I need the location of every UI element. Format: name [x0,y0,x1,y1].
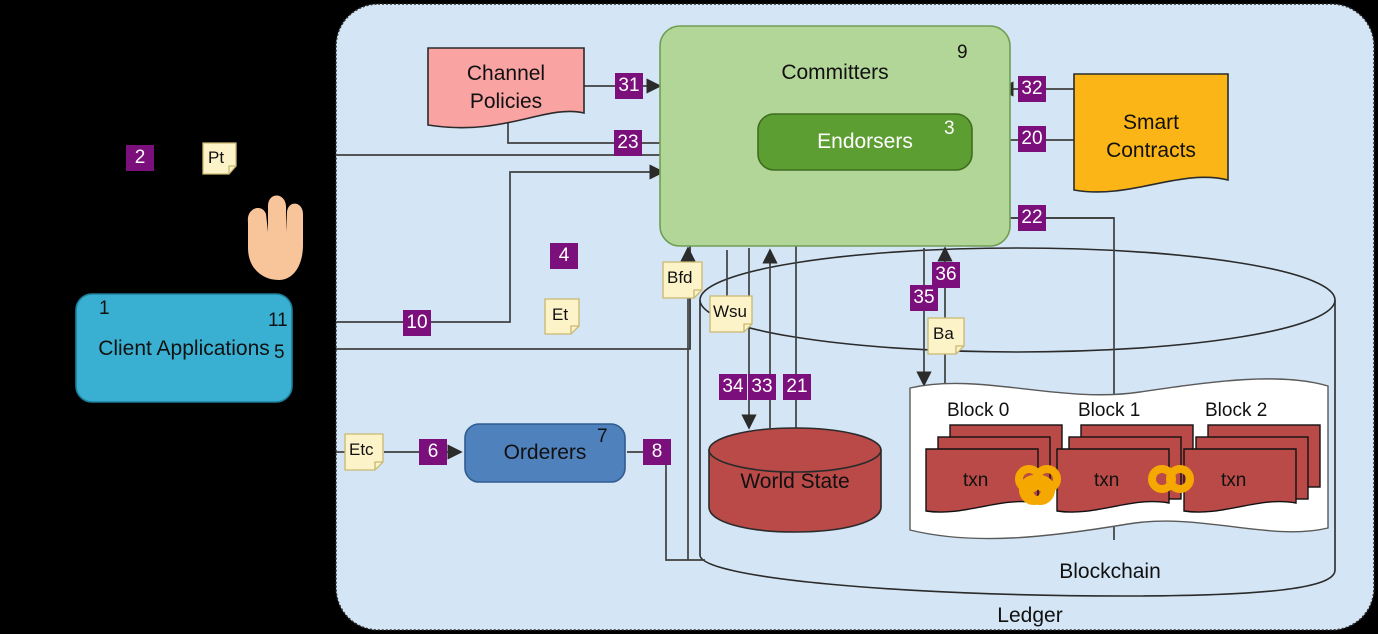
chain-link-0-1 [1015,465,1061,505]
step-badge-4[interactable]: 4 [550,243,578,269]
sticky-note-bfd-text: Bfd [667,268,693,287]
sticky-note-et-text: Et [552,305,569,324]
step-badge-35[interactable]: 35 [910,285,938,311]
endorsers-num: 3 [944,118,955,139]
block-0-label: Block 0 [947,400,1010,421]
smart-contracts-label-1: Smart [1122,111,1179,134]
step-badge-2[interactable]: 2 [126,145,154,171]
orderers-num: 7 [597,426,608,447]
step-badge-8[interactable]: 8 [643,439,671,465]
block-2-label: Block 2 [1205,400,1268,421]
step-badge-10[interactable]: 10 [403,310,431,336]
step-badge-22[interactable]: 22 [1018,205,1046,231]
ledger-label: Ledger [997,604,1063,627]
step-badge-33[interactable]: 33 [748,374,776,400]
step-badge-23[interactable]: 23 [614,130,642,156]
block-2-stack [1183,424,1321,513]
committers-num: 9 [957,42,968,63]
channel-policies-label-2: Policies [469,90,543,113]
step-badge-34[interactable]: 34 [719,374,747,400]
client-applications-label: Client Applications [98,337,270,360]
step-badge-20[interactable]: 20 [1018,126,1046,152]
step-badge-36[interactable]: 36 [932,262,960,288]
channel-policies-label-1: Channel [466,62,546,85]
step-badge-32[interactable]: 32 [1018,76,1046,102]
client-applications-num-5: 5 [274,342,285,363]
client-applications-num-1: 1 [99,298,110,319]
pointing-hand-cursor [247,195,303,280]
step-badge-6[interactable]: 6 [419,439,447,465]
diagram-svg [75,3,1375,631]
client-applications-num-11: 11 [268,310,288,331]
sticky-note-pt-text: Pt [208,148,225,167]
diagram-canvas: Client Applications 1 11 5 Channel Polic… [0,0,1378,634]
sticky-note-wsu-text: Wsu [713,302,747,321]
block-1-txn-label: txn [1094,470,1120,491]
step-badge-21[interactable]: 21 [783,374,811,400]
block-1-label: Block 1 [1078,400,1141,421]
world-state-label: World State [740,470,850,493]
step-badge-31[interactable]: 31 [615,73,643,99]
smart-contracts-label-2: Contracts [1106,139,1196,162]
sticky-note-ba-text: Ba [933,324,954,343]
sticky-note-etc-text: Etc [349,440,374,459]
block-0-txn-label: txn [963,470,989,491]
block-2-txn-label: txn [1221,470,1247,491]
blockchain-label: Blockchain [1059,560,1161,583]
committers-label: Committers [781,61,889,84]
endorsers-label: Endorsers [817,130,913,153]
